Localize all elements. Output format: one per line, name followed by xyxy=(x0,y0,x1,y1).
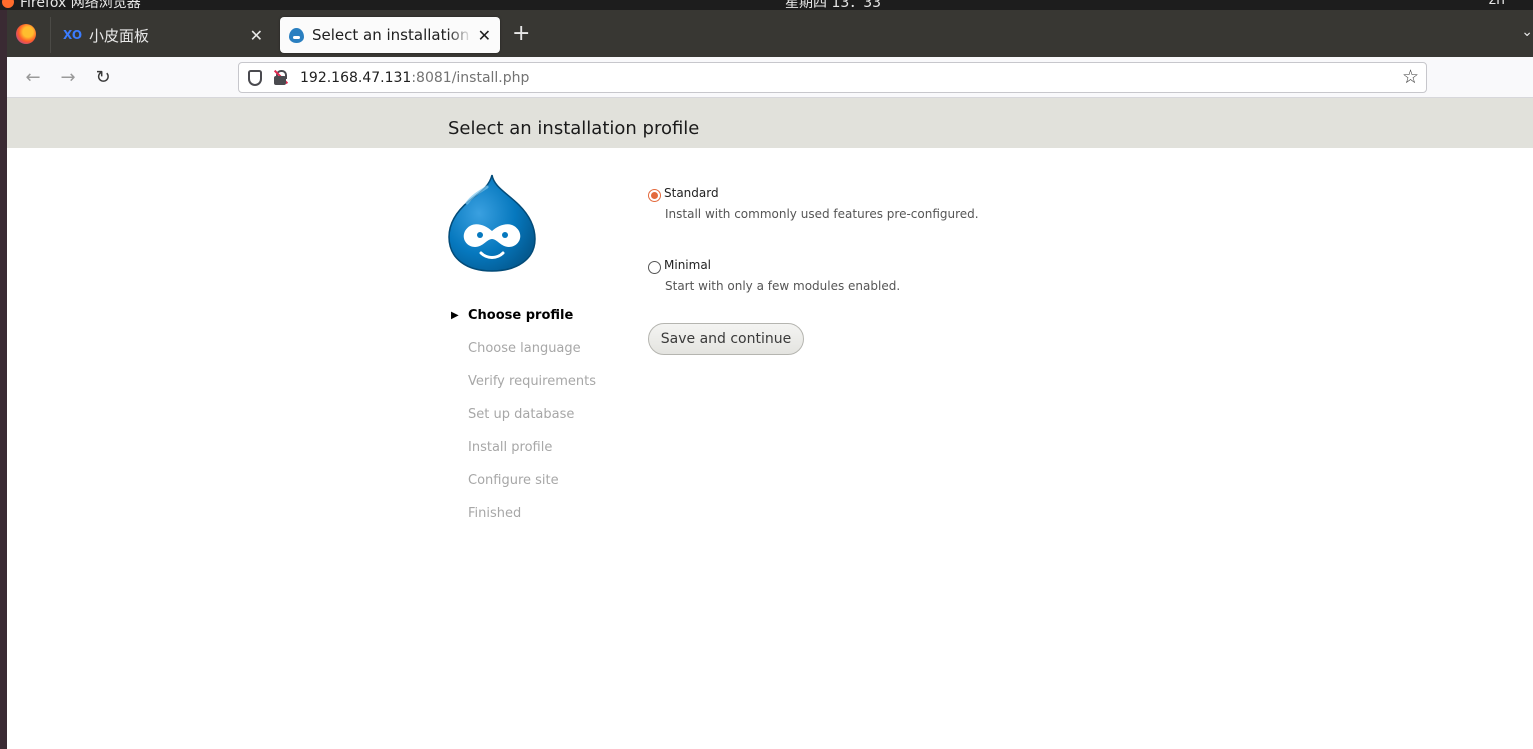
triangle-right-icon: ▶ xyxy=(451,310,459,321)
input-language-indicator[interactable]: zh xyxy=(1489,0,1505,8)
back-arrow-icon[interactable]: ← xyxy=(23,67,43,88)
drupal-drop-icon xyxy=(289,27,304,43)
install-steps: ▶ Choose profile Choose language Verify r… xyxy=(451,305,596,536)
xo-icon: XO xyxy=(63,28,83,42)
firefox-view-icon[interactable] xyxy=(16,24,36,44)
bookmark-star-icon[interactable]: ☆ xyxy=(1402,66,1419,88)
url-text[interactable]: 192.168.47.131:8081/install.php xyxy=(300,70,529,86)
step-label: Choose profile xyxy=(468,308,574,323)
step-label: Finished xyxy=(468,506,522,521)
tab-strip: XO 小皮面板 ✕ Select an installation profile… xyxy=(7,10,1533,57)
step-label: Choose language xyxy=(468,341,581,356)
url-host: 192.168.47.131 xyxy=(300,69,412,86)
firefox-icon xyxy=(2,0,14,8)
drupal-logo xyxy=(448,174,536,272)
new-tab-button[interactable]: + xyxy=(512,23,530,45)
standard-label[interactable]: Standard xyxy=(664,186,719,200)
page-content: Select an installation profile ▶ Choose p… xyxy=(7,98,1533,749)
url-path: :8081/install.php xyxy=(411,69,530,86)
step-label: Verify requirements xyxy=(468,374,597,389)
shield-icon[interactable] xyxy=(248,69,262,86)
minimal-description: Start with only a few modules enabled. xyxy=(665,279,901,293)
step-label: Set up database xyxy=(468,407,575,422)
tab-title: Select an installation profile xyxy=(312,26,472,44)
minimal-label[interactable]: Minimal xyxy=(664,258,711,272)
insecure-lock-icon[interactable] xyxy=(273,69,289,85)
step-label: Install profile xyxy=(468,440,553,455)
url-bar[interactable]: 192.168.47.131:8081/install.php ☆ xyxy=(238,62,1427,93)
dock-edge xyxy=(0,10,7,749)
step-label: Configure site xyxy=(468,473,559,488)
tab-install-profile[interactable]: Select an installation profile ✕ xyxy=(280,17,500,53)
step-finished: Finished xyxy=(451,503,596,536)
save-and-continue-button[interactable]: Save and continue xyxy=(648,323,804,355)
standard-radio[interactable] xyxy=(648,189,661,202)
step-verify-requirements: Verify requirements xyxy=(451,371,596,404)
chevron-down-icon[interactable]: ⌄ xyxy=(1521,24,1533,40)
clock[interactable]: 星期四 13：33 xyxy=(785,0,881,10)
step-choose-profile: ▶ Choose profile xyxy=(451,305,596,338)
step-choose-language: Choose language xyxy=(451,338,596,371)
forward-arrow-icon[interactable]: → xyxy=(58,67,78,88)
close-icon[interactable]: ✕ xyxy=(478,26,491,45)
minimal-radio[interactable] xyxy=(648,261,661,274)
page-title: Select an installation profile xyxy=(448,118,700,139)
step-configure-site: Configure site xyxy=(451,470,596,503)
tab-title: 小皮面板 xyxy=(89,26,150,45)
step-set-up-database: Set up database xyxy=(451,404,596,437)
app-name: Firefox 网络浏览器 xyxy=(20,0,141,10)
reload-icon[interactable]: ↻ xyxy=(93,67,113,88)
tab-xiaopi-panel[interactable]: XO 小皮面板 ✕ xyxy=(50,17,272,53)
activities-app-menu[interactable]: Firefox 网络浏览器 xyxy=(0,0,141,10)
os-top-bar: Firefox 网络浏览器 星期四 13：33 zh xyxy=(0,0,1533,10)
navigation-toolbar: ← → ↻ 192.168.47.131:8081/install.php ☆ xyxy=(7,57,1533,98)
close-icon[interactable]: ✕ xyxy=(250,26,263,45)
step-install-profile: Install profile xyxy=(451,437,596,470)
page-header: Select an installation profile xyxy=(7,98,1533,148)
standard-description: Install with commonly used features pre-… xyxy=(665,207,979,221)
